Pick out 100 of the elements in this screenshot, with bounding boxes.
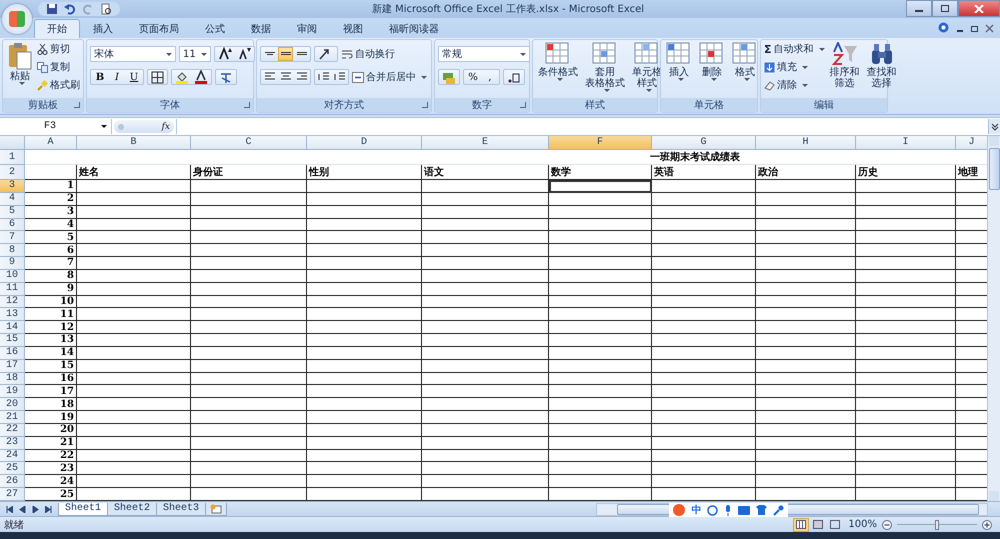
table-cell[interactable]: [652, 372, 756, 386]
table-cell[interactable]: [307, 282, 422, 296]
sheet-tab[interactable]: Sheet3: [156, 502, 206, 516]
paste-button[interactable]: 粘贴: [6, 42, 34, 85]
table-cell[interactable]: [422, 192, 549, 206]
close-button[interactable]: [958, 0, 1000, 17]
table-cell[interactable]: [549, 282, 652, 296]
column-header[interactable]: F: [549, 136, 652, 150]
table-cell[interactable]: [77, 270, 191, 283]
table-cell[interactable]: [856, 424, 956, 437]
table-cell[interactable]: [756, 436, 856, 450]
table-cell[interactable]: 4: [25, 218, 77, 232]
table-cell[interactable]: [191, 321, 307, 334]
restore-button[interactable]: [932, 0, 958, 17]
table-cell[interactable]: [422, 218, 549, 232]
zoom-in-icon[interactable]: [982, 520, 992, 530]
column-header[interactable]: G: [652, 136, 756, 150]
ribbon-button[interactable]: Σ 自动求和: [764, 42, 825, 56]
table-cell[interactable]: 历史: [856, 165, 956, 180]
vertical-scrollbar[interactable]: [987, 136, 1000, 501]
ribbon-button[interactable]: 查找和 选择: [864, 42, 899, 89]
table-cell[interactable]: [856, 206, 956, 219]
table-cell[interactable]: [307, 436, 422, 450]
table-cell[interactable]: 政治: [756, 165, 856, 180]
table-cell[interactable]: [77, 360, 191, 373]
table-cell[interactable]: [307, 424, 422, 437]
table-cell[interactable]: [756, 180, 856, 193]
table-cell[interactable]: [652, 321, 756, 334]
row-header[interactable]: 2: [0, 165, 25, 180]
ribbon-button[interactable]: 套用 表格格式: [583, 42, 627, 92]
expand-button[interactable]: [988, 119, 1000, 134]
table-cell[interactable]: [856, 411, 956, 424]
row-header[interactable]: 20: [0, 398, 25, 412]
table-cell[interactable]: [756, 411, 856, 424]
table-cell[interactable]: [77, 411, 191, 424]
table-cell[interactable]: [307, 206, 422, 219]
ime-mode-toggle[interactable]: 中: [691, 503, 702, 517]
column-header[interactable]: C: [191, 136, 307, 150]
table-cell[interactable]: [652, 450, 756, 462]
ribbon-button[interactable]: 格式: [730, 42, 760, 81]
table-cell[interactable]: [307, 411, 422, 424]
table-cell[interactable]: 5: [25, 231, 77, 244]
table-cell[interactable]: 10: [25, 296, 77, 308]
table-cell[interactable]: 15: [25, 360, 77, 373]
table-cell[interactable]: [549, 206, 652, 219]
table-cell[interactable]: [856, 244, 956, 258]
row-header[interactable]: 22: [0, 424, 25, 437]
minimize-button[interactable]: [906, 0, 932, 17]
row-header[interactable]: 4: [0, 192, 25, 206]
table-cell[interactable]: [307, 296, 422, 308]
table-cell[interactable]: [756, 218, 856, 232]
table-cell[interactable]: [652, 334, 756, 347]
table-cell[interactable]: [77, 372, 191, 386]
table-cell[interactable]: [652, 424, 756, 437]
table-cell[interactable]: [422, 372, 549, 386]
row-header[interactable]: 21: [0, 411, 25, 424]
table-cell[interactable]: [307, 218, 422, 232]
table-cell[interactable]: [191, 360, 307, 373]
table-cell[interactable]: [756, 462, 856, 476]
merge-center-button[interactable]: 合并后居中: [352, 70, 427, 84]
table-cell[interactable]: [191, 192, 307, 206]
table-cell[interactable]: [652, 385, 756, 398]
table-cell[interactable]: [422, 231, 549, 244]
table-cell[interactable]: [77, 385, 191, 398]
vertical-align-button[interactable]: [278, 47, 293, 61]
table-cell[interactable]: [652, 296, 756, 308]
table-cell[interactable]: [856, 475, 956, 488]
ribbon-tab[interactable]: 公式: [192, 19, 238, 38]
table-cell[interactable]: [307, 475, 422, 488]
ribbon-button[interactable]: 填充: [764, 60, 825, 74]
table-cell[interactable]: [307, 321, 422, 334]
table-cell[interactable]: [191, 206, 307, 219]
table-cell[interactable]: [422, 282, 549, 296]
table-cell[interactable]: 身份证: [191, 165, 307, 180]
restore-button[interactable]: [970, 24, 979, 33]
table-cell[interactable]: [756, 206, 856, 219]
table-cell[interactable]: [652, 282, 756, 296]
table-cell[interactable]: [549, 296, 652, 308]
font-size-dropdown[interactable]: 11: [179, 46, 211, 62]
table-cell[interactable]: [652, 270, 756, 283]
table-cell[interactable]: [652, 231, 756, 244]
table-cell[interactable]: [652, 206, 756, 219]
table-cell[interactable]: [756, 334, 856, 347]
table-cell[interactable]: 9: [25, 282, 77, 296]
table-cell[interactable]: [77, 321, 191, 334]
table-cell[interactable]: [652, 257, 756, 270]
row-header[interactable]: 8: [0, 244, 25, 258]
table-cell[interactable]: [307, 385, 422, 398]
row-header[interactable]: 25: [0, 462, 25, 476]
table-cell[interactable]: [549, 462, 652, 476]
table-cell[interactable]: [422, 270, 549, 283]
table-cell[interactable]: [422, 257, 549, 270]
table-cell[interactable]: [856, 450, 956, 462]
ribbon-tab[interactable]: 数据: [238, 19, 284, 38]
column-header[interactable]: E: [422, 136, 549, 150]
table-cell[interactable]: [549, 436, 652, 450]
table-cell[interactable]: [307, 346, 422, 360]
ime-toolbar[interactable]: 中: [669, 503, 788, 517]
view-button[interactable]: [793, 518, 810, 532]
sheet-tab[interactable]: Sheet2: [107, 502, 158, 516]
